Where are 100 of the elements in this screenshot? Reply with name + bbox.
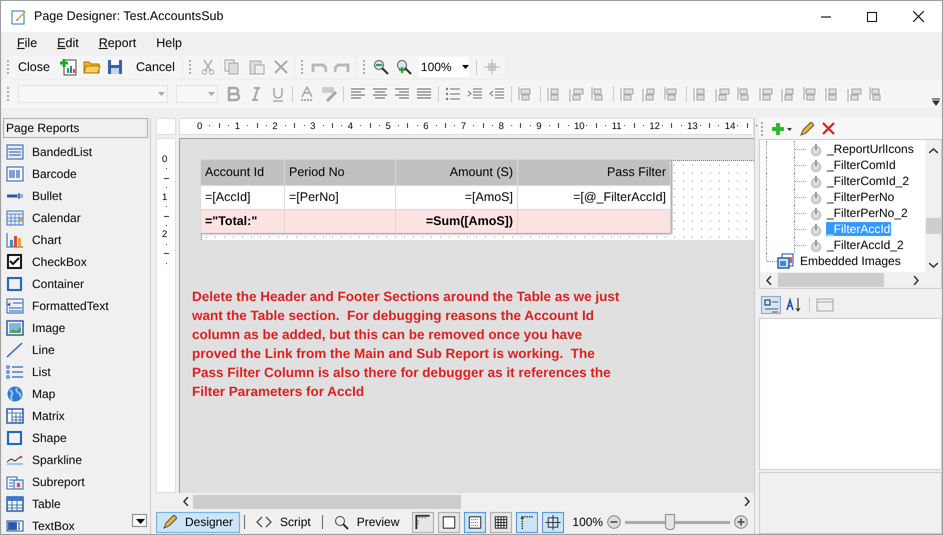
overflow-icon[interactable]: [932, 96, 940, 106]
view-tab[interactable]: Preview: [326, 512, 406, 532]
dot-grid-icon[interactable]: [464, 512, 486, 532]
ruler-corner: [156, 118, 176, 135]
toolbox-item[interactable]: Container: [1, 273, 150, 295]
fit-icon[interactable]: [484, 59, 500, 75]
property-pages-icon[interactable]: [816, 297, 834, 313]
toolbox-item[interactable]: Shape: [1, 427, 150, 449]
highlight-icon[interactable]: [321, 86, 337, 102]
ruler-number: 1: [162, 192, 168, 203]
close-button[interactable]: Close: [16, 58, 52, 76]
horizontal-scrollbar[interactable]: [760, 272, 941, 288]
menu-item[interactable]: Help: [148, 34, 190, 52]
slider-thumb[interactable]: [665, 514, 676, 530]
delete-icon[interactable]: [822, 122, 835, 135]
scroll-down-icon[interactable]: [928, 262, 938, 268]
ruler-icon[interactable]: [412, 512, 434, 532]
zoom-slider[interactable]: [625, 514, 730, 530]
add-icon[interactable]: [772, 122, 792, 136]
font-color-icon[interactable]: [299, 86, 315, 102]
toolbox-item[interactable]: Barcode: [1, 163, 150, 185]
categorized-icon[interactable]: [761, 296, 781, 314]
cancel-button[interactable]: Cancel: [134, 58, 177, 76]
zoom-out-icon[interactable]: [372, 59, 389, 75]
toolbox-item[interactable]: TextBox: [1, 515, 150, 535]
parameter-icon: [810, 238, 822, 252]
vertical-scrollbar[interactable]: [925, 140, 941, 274]
zoom-in-icon[interactable]: [396, 59, 412, 75]
undo-icon[interactable]: [310, 61, 327, 73]
scroll-left-icon[interactable]: [183, 497, 189, 506]
tree-item[interactable]: Embedded Images: [799, 254, 902, 268]
underline-icon[interactable]: [270, 86, 286, 102]
toolbox-item[interactable]: Matrix: [1, 405, 150, 427]
redo-icon[interactable]: [334, 61, 350, 73]
tree-item[interactable]: _FilterComId: [826, 158, 897, 172]
toolbox-item[interactable]: Map: [1, 383, 150, 405]
toolbox-item[interactable]: Sparkline: [1, 449, 150, 471]
tree-item[interactable]: _ReportUrlIcons: [826, 142, 915, 156]
formatted-text-icon: [6, 298, 24, 314]
toolbox-item[interactable]: Subreport: [1, 471, 150, 493]
note-text: Delete the Header and Footer Sections around the Table as we just want the Table section. For debugging reasons the Account Id column as be added, but this can be removed once you have proved the Link from the Main and Sub Report is working. The Pass Filter Column is also there for debugger as it references the Filter Parameters for AccId: [192, 288, 620, 401]
table-cell: =[PerNo]: [285, 185, 396, 209]
close-icon[interactable]: [913, 11, 924, 22]
header-cell: Pass Filter: [518, 160, 671, 185]
folder-icon[interactable]: [82, 59, 101, 75]
menu-item[interactable]: Edit: [49, 34, 87, 52]
scissors-icon[interactable]: [200, 59, 215, 75]
ruler-number: 11: [612, 120, 622, 133]
scroll-right-icon[interactable]: [744, 497, 750, 506]
toolbox-item[interactable]: Bullet: [1, 185, 150, 207]
image-icon: [6, 320, 24, 336]
maximize-icon[interactable]: [867, 12, 877, 22]
grid-icon[interactable]: [490, 512, 512, 532]
chart-icon: [6, 232, 24, 248]
view-tab[interactable]: Script: [249, 512, 318, 532]
toolbox-item[interactable]: Calendar: [1, 207, 150, 229]
tree-item[interactable]: _FilterPerNo: [826, 190, 896, 204]
clipboard-icon[interactable]: [248, 59, 265, 75]
toolbox-item[interactable]: CheckBox: [1, 251, 150, 273]
copy-icon[interactable]: [224, 59, 240, 75]
scroll-up-icon[interactable]: [928, 148, 938, 154]
zoom-dropdown[interactable]: 100%: [418, 57, 469, 77]
scrollbar-thumb[interactable]: [778, 273, 884, 287]
toolbox-item[interactable]: Table: [1, 493, 150, 515]
pencil-icon[interactable]: [800, 122, 814, 136]
square-icon: [6, 430, 24, 446]
menu-item[interactable]: Report: [90, 34, 144, 52]
toolbox-item[interactable]: FormattedText: [1, 295, 150, 317]
delete-icon[interactable]: [274, 60, 288, 74]
view-tab[interactable]: Designer: [156, 512, 240, 532]
toolbox-item[interactable]: BandedList: [1, 141, 150, 163]
snap-grid-icon[interactable]: [542, 512, 564, 532]
new-report-icon[interactable]: [58, 58, 77, 76]
snap-lines-icon[interactable]: [516, 512, 538, 532]
parameter-icon: [810, 142, 822, 156]
bullet-list-icon[interactable]: [445, 86, 461, 102]
save-icon[interactable]: [106, 59, 123, 75]
scroll-left-icon[interactable]: [766, 276, 772, 284]
tree-item[interactable]: _FilterComId_2: [826, 174, 910, 188]
scroll-down-icon[interactable]: [132, 514, 147, 527]
ruler-number: 4: [348, 120, 354, 133]
toolbox-item[interactable]: List: [1, 361, 150, 383]
tree-item[interactable]: _FilterPerNo_2: [826, 206, 909, 220]
scroll-right-icon[interactable]: [913, 276, 919, 284]
scrollbar-thumb[interactable]: [193, 494, 461, 508]
table-cell: =[AccId]: [201, 185, 285, 209]
toolbox-item[interactable]: Chart: [1, 229, 150, 251]
zoom-in-icon[interactable]: [734, 515, 748, 529]
toolbox-item[interactable]: Image: [1, 317, 150, 339]
bold-icon[interactable]: [226, 86, 242, 102]
sort-az-icon[interactable]: [785, 296, 803, 314]
tree-item[interactable]: _FilterAccId_2: [826, 238, 905, 252]
menu-item[interactable]: File: [9, 34, 46, 52]
subreport-icon: [6, 474, 24, 490]
square-icon[interactable]: [438, 512, 460, 532]
scrollbar-thumb[interactable]: [926, 218, 940, 234]
zoom-value: 100%: [420, 59, 452, 76]
toolbox-item[interactable]: Line: [1, 339, 150, 361]
zoom-out-icon[interactable]: [607, 515, 621, 529]
code-icon: [256, 516, 272, 528]
